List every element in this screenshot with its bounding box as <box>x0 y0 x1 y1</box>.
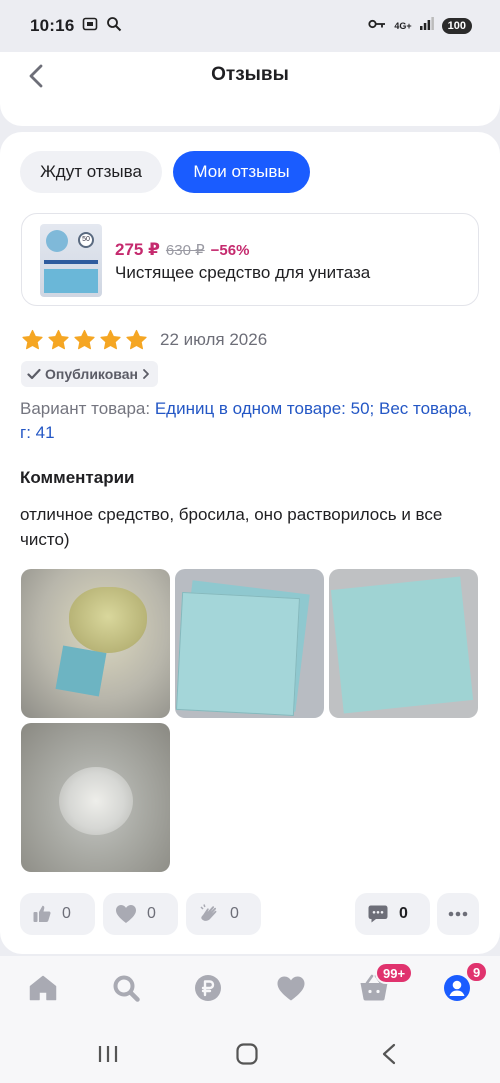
network-type: 4G+ <box>394 20 412 31</box>
variant-label: Вариант товара: <box>20 399 151 418</box>
recents-icon <box>98 1046 118 1062</box>
review-actions: 0 0 0 0 <box>0 893 500 937</box>
clap-button[interactable]: 0 <box>186 893 261 935</box>
cart-badge: 99+ <box>375 962 414 984</box>
clap-count: 0 <box>230 905 239 922</box>
review-photo[interactable] <box>175 569 324 718</box>
recent-apps-button[interactable] <box>95 1042 121 1066</box>
heart-count: 0 <box>147 905 156 922</box>
price-line: 275 ₽ 630 ₽ −56% <box>115 240 249 260</box>
star-icon <box>74 329 95 350</box>
battery-indicator: 100 <box>441 18 472 34</box>
more-button[interactable] <box>437 893 479 935</box>
rating-row: 22 июля 2026 <box>20 328 267 352</box>
review-photo[interactable] <box>21 723 170 872</box>
status-bar: 10:16 4G+ 100 <box>0 0 500 52</box>
comment-count: 0 <box>399 905 408 922</box>
comment-text: отличное средство, бросила, оно раствори… <box>20 505 443 549</box>
heart-icon <box>116 905 136 923</box>
system-back-button[interactable] <box>376 1042 402 1066</box>
nav-favorites[interactable] <box>275 972 307 1004</box>
home-icon <box>29 975 57 1001</box>
status-badge[interactable]: Опубликован <box>21 361 158 387</box>
signal-icon <box>419 17 434 35</box>
more-dots-icon <box>448 911 468 917</box>
price-old: 630 ₽ <box>165 242 205 259</box>
comments-button[interactable]: 0 <box>355 893 430 935</box>
discount-badge: −56% <box>210 242 250 259</box>
key-icon <box>368 17 386 35</box>
tab-awaiting-review[interactable]: Ждут отзыва <box>20 151 162 193</box>
review-photo[interactable] <box>21 569 170 718</box>
home-square-icon <box>236 1043 258 1065</box>
heart-icon <box>277 976 305 1000</box>
page-title: Отзывы <box>211 64 289 85</box>
review-card: Ждут отзыва Мои отзывы 50 275 ₽ 630 ₽ −5… <box>0 132 500 954</box>
back-arrow-icon <box>382 1043 396 1065</box>
profile-badge: 9 <box>465 961 489 983</box>
tab-my-reviews[interactable]: Мои отзывы <box>173 151 310 193</box>
system-nav-bar <box>0 1024 500 1083</box>
nav-search[interactable] <box>110 972 142 1004</box>
review-date: 22 июля 2026 <box>160 330 268 349</box>
review-photo[interactable] <box>329 569 478 718</box>
product-image: 50 <box>40 224 102 297</box>
star-icon <box>100 329 121 350</box>
clap-icon <box>200 904 217 921</box>
check-icon <box>27 368 41 380</box>
screenshot-icon <box>82 16 98 37</box>
status-label: Опубликован <box>45 366 138 382</box>
header: Отзывы <box>0 52 500 126</box>
price-current: 275 ₽ <box>115 240 160 259</box>
thumbs-up-icon <box>33 905 51 922</box>
home-button[interactable] <box>234 1042 260 1066</box>
nav-payments[interactable] <box>192 972 224 1004</box>
comment-icon <box>368 905 388 923</box>
product-name: Чистящее средство для унитаза <box>115 263 371 282</box>
star-icon <box>48 329 69 350</box>
heart-button[interactable]: 0 <box>103 893 178 935</box>
like-count: 0 <box>62 905 71 922</box>
like-button[interactable]: 0 <box>20 893 95 935</box>
nav-home[interactable] <box>27 972 59 1004</box>
bottom-nav: 99+ 9 <box>0 956 500 1024</box>
status-time: 10:16 <box>30 16 75 35</box>
star-rating <box>20 328 149 352</box>
ruble-icon <box>195 975 221 1001</box>
star-icon <box>126 329 147 350</box>
search-icon <box>113 975 140 1002</box>
product-variant: Вариант товара: Единиц в одном товаре: 5… <box>20 397 480 445</box>
chevron-right-icon <box>143 369 149 379</box>
comments-heading: Комментарии <box>20 468 135 487</box>
star-icon <box>22 329 43 350</box>
product-card[interactable]: 50 275 ₽ 630 ₽ −56% Чистящее средство дл… <box>21 213 479 306</box>
search-status-icon <box>106 16 122 37</box>
